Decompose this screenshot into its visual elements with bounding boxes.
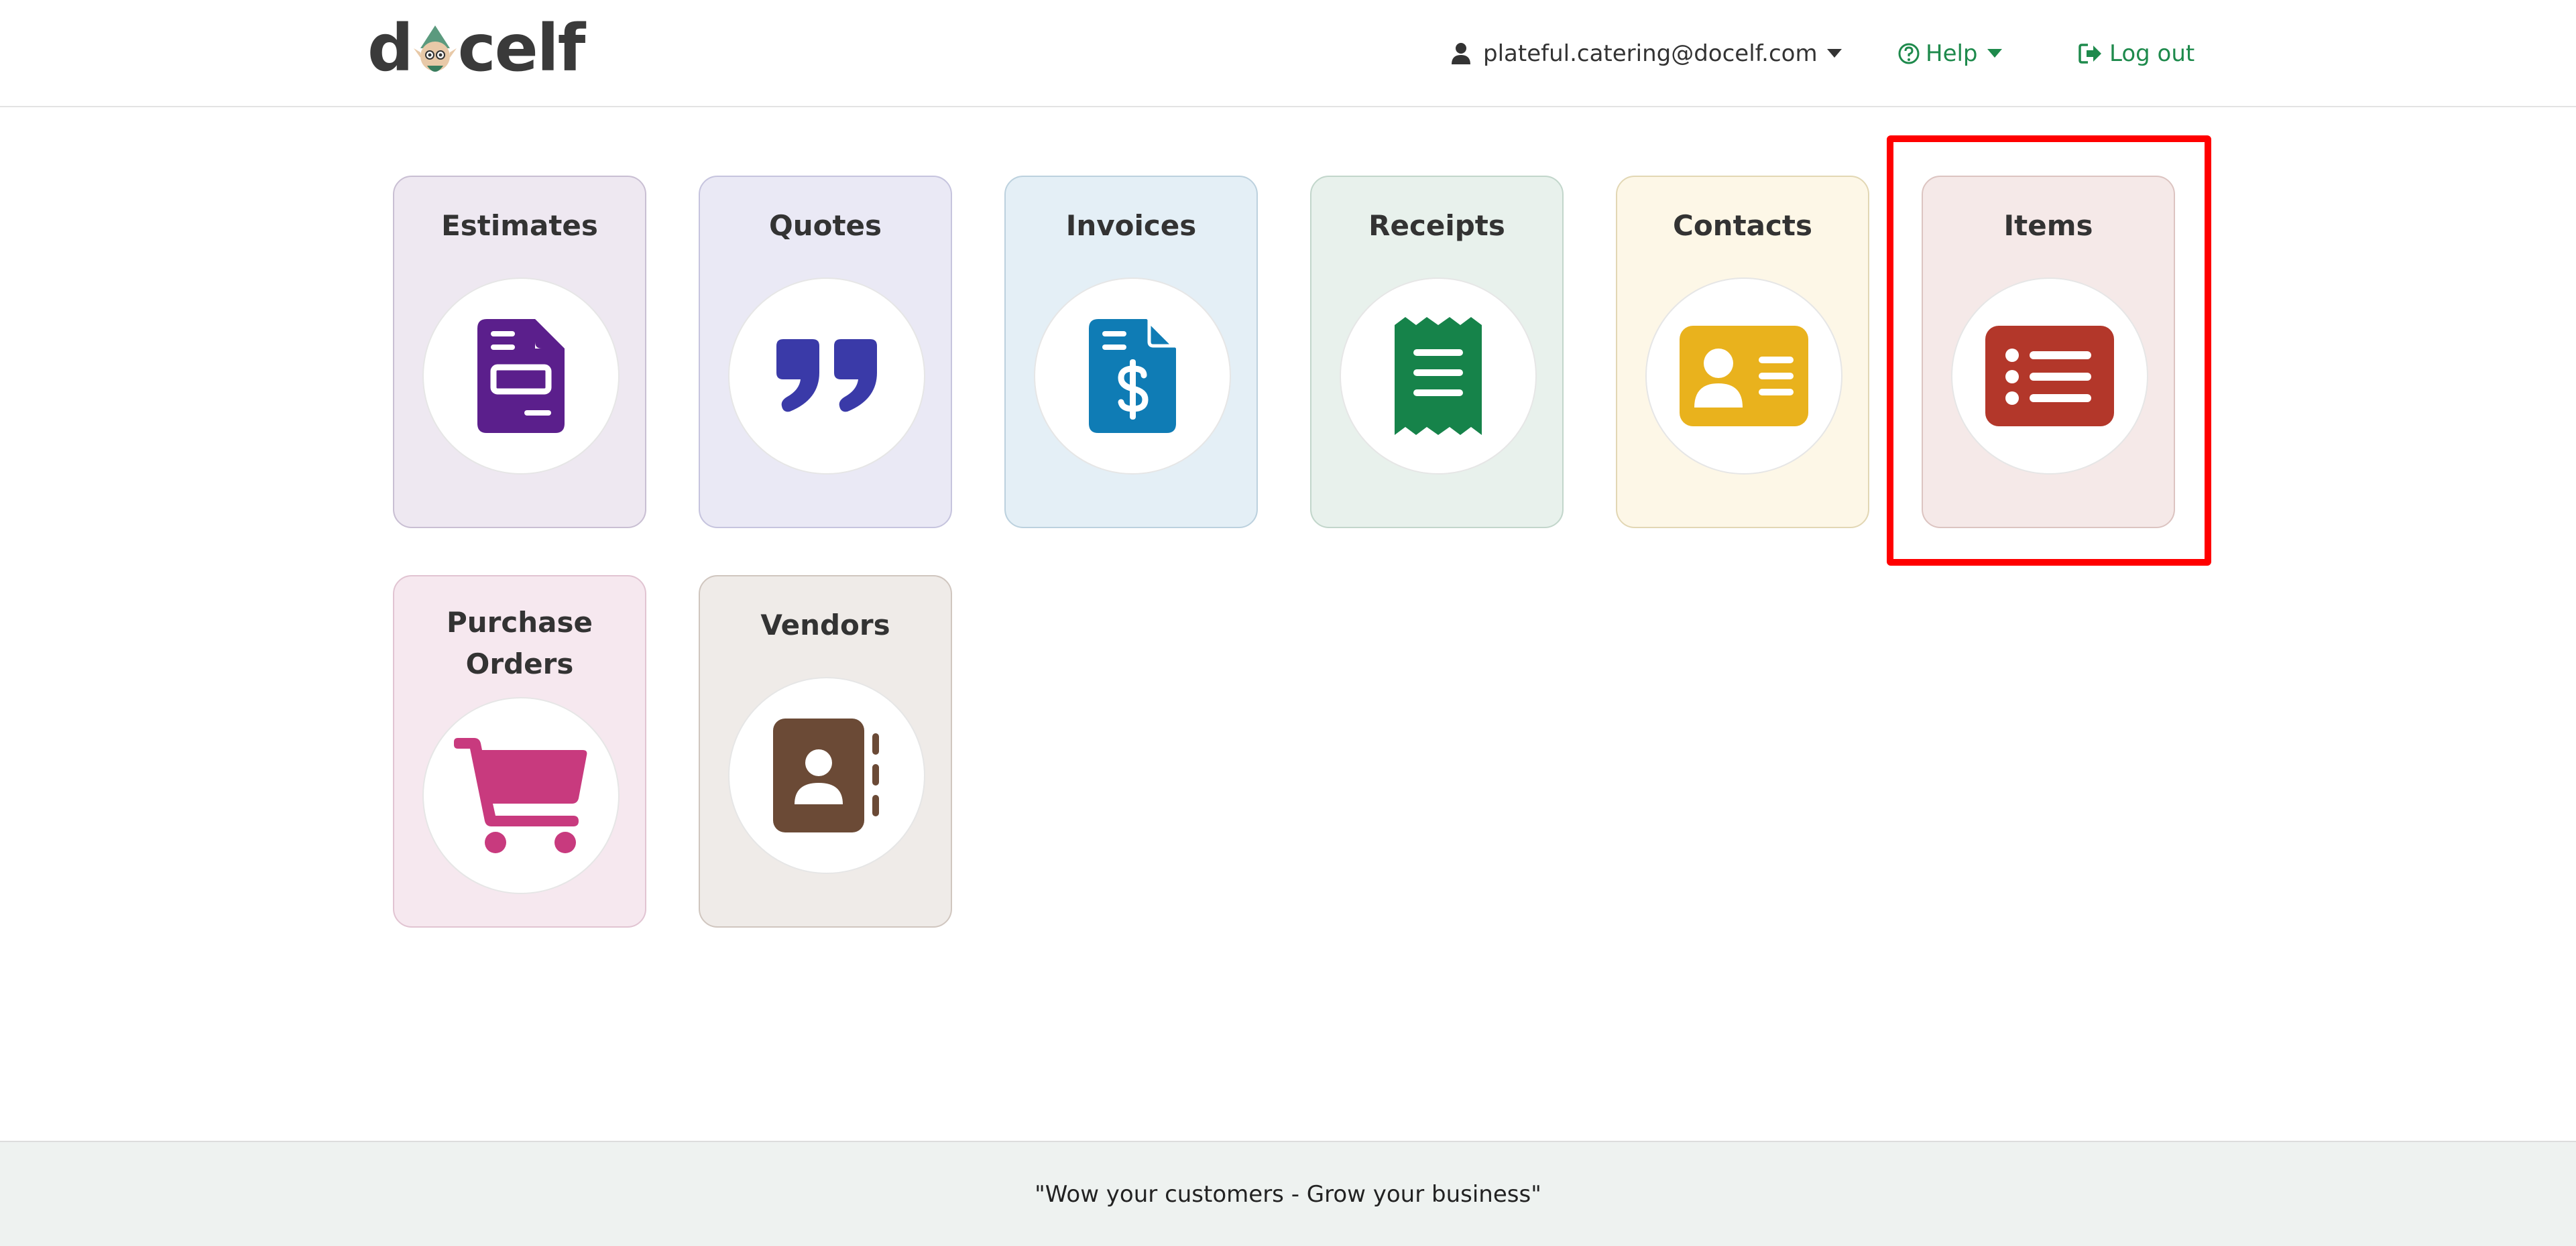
- help-label: Help: [1926, 40, 1978, 67]
- tile-label: Estimates: [441, 209, 598, 242]
- tile-icon-circle: [1340, 277, 1537, 475]
- footer: "Wow your customers - Grow your business…: [0, 1141, 2576, 1246]
- logo-text-right: celf: [457, 11, 586, 86]
- estimate-document-icon: [477, 319, 565, 433]
- tile-label: Quotes: [768, 209, 882, 242]
- top-navbar: d celf plateful.catering@docelf.com Help…: [0, 0, 2576, 107]
- tile-label: Items: [2003, 209, 2093, 242]
- tile-icon-circle: [1034, 277, 1231, 475]
- tile-label: Invoices: [1065, 209, 1197, 242]
- contact-card-icon: [1680, 326, 1808, 426]
- tile-invoices[interactable]: Invoices: [1004, 176, 1258, 528]
- receipt-icon: [1395, 317, 1482, 435]
- tile-icon-circle: [728, 677, 925, 874]
- tile-vendors[interactable]: Vendors: [699, 575, 952, 928]
- tile-icon-circle: [422, 697, 620, 894]
- tile-icon-circle: [1645, 277, 1842, 475]
- tile-label: Vendors: [760, 609, 890, 641]
- user-icon: [1452, 43, 1470, 64]
- logout-link[interactable]: Log out: [2079, 34, 2194, 74]
- user-email: plateful.catering@docelf.com: [1483, 40, 1818, 67]
- quote-marks-icon: [776, 339, 877, 412]
- user-account-dropdown[interactable]: plateful.catering@docelf.com: [1451, 34, 1842, 74]
- logo-text-left: d: [367, 11, 414, 86]
- tile-quotes[interactable]: Quotes: [699, 176, 952, 528]
- shopping-cart-icon: [454, 738, 587, 853]
- elf-logo-icon: [411, 16, 459, 80]
- tile-receipts[interactable]: Receipts: [1310, 176, 1564, 528]
- tile-purchase-orders[interactable]: Purchase Orders: [393, 575, 646, 928]
- tile-icon-circle: [422, 277, 620, 475]
- address-book-icon: [773, 719, 879, 832]
- question-circle-icon: [1898, 43, 1920, 64]
- tile-label: Contacts: [1673, 209, 1812, 242]
- chevron-down-icon: [1987, 49, 2002, 58]
- docelf-logo[interactable]: d celf: [367, 11, 585, 86]
- tile-label: Purchase Orders: [446, 606, 593, 680]
- logout-label: Log out: [2109, 40, 2195, 67]
- item-list-icon: [1985, 326, 2114, 426]
- chevron-down-icon: [1826, 49, 1842, 58]
- help-dropdown[interactable]: Help: [1897, 34, 2002, 74]
- tile-estimates[interactable]: Estimates: [393, 176, 646, 528]
- invoice-dollar-icon: [1089, 319, 1176, 433]
- footer-tagline: "Wow your customers - Grow your business…: [1035, 1180, 1541, 1208]
- tile-contacts[interactable]: Contacts: [1616, 176, 1869, 528]
- tile-icon-circle: [1951, 277, 2148, 475]
- tile-items[interactable]: Items: [1922, 176, 2175, 528]
- tile-label: Receipts: [1368, 209, 1505, 242]
- tile-icon-circle: [728, 277, 925, 475]
- logout-icon: [2079, 44, 2101, 64]
